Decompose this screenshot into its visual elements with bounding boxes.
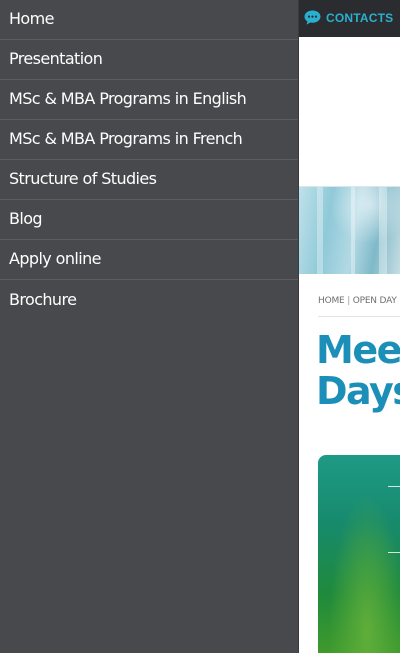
contacts-label: CONTACTS — [326, 11, 394, 25]
side-menu: Home Presentation MSc & MBA Programs in … — [0, 0, 299, 653]
menu-item-label: MSc & MBA Programs in English — [9, 89, 247, 108]
menu-item-label: Presentation — [9, 49, 103, 68]
breadcrumb-home-link[interactable]: HOME — [318, 296, 345, 306]
page-title-line-2: Days — [316, 369, 400, 413]
banner-stripe — [317, 187, 323, 275]
menu-item-apply-online[interactable]: Apply online — [0, 240, 298, 280]
breadcrumb-separator: | — [347, 296, 351, 306]
menu-item-blog[interactable]: Blog — [0, 200, 298, 240]
breadcrumb-current: OPEN DAY — [352, 296, 397, 306]
content-photo — [318, 455, 400, 653]
main-page: CONTACTS HOME | OPEN DAY Meet Days — [299, 0, 400, 653]
header-area — [299, 37, 400, 185]
photo-detail — [388, 552, 400, 553]
top-bar: CONTACTS — [299, 0, 400, 37]
header-banner-image — [299, 186, 400, 275]
page-title-line-1: Meet — [316, 328, 400, 372]
breadcrumb: HOME | OPEN DAY — [318, 296, 397, 306]
menu-item-home[interactable]: Home — [0, 0, 298, 40]
menu-item-label: MSc & MBA Programs in French — [9, 129, 243, 148]
menu-item-label: Structure of Studies — [9, 169, 157, 188]
banner-stripe — [379, 187, 387, 275]
banner-stripe — [351, 187, 355, 275]
menu-item-presentation[interactable]: Presentation — [0, 40, 298, 80]
page-title: Meet Days — [316, 330, 400, 412]
menu-item-label: Home — [9, 9, 54, 28]
chat-bubble-icon — [304, 10, 321, 25]
divider — [318, 316, 400, 317]
menu-item-label: Blog — [9, 209, 43, 228]
menu-item-structure-of-studies[interactable]: Structure of Studies — [0, 160, 298, 200]
menu-item-programs-english[interactable]: MSc & MBA Programs in English — [0, 80, 298, 120]
menu-item-label: Apply online — [9, 249, 101, 268]
photo-detail — [388, 486, 400, 487]
menu-item-label: Brochure — [9, 289, 77, 309]
menu-item-brochure[interactable]: Brochure — [0, 280, 298, 320]
menu-item-programs-french[interactable]: MSc & MBA Programs in French — [0, 120, 298, 160]
